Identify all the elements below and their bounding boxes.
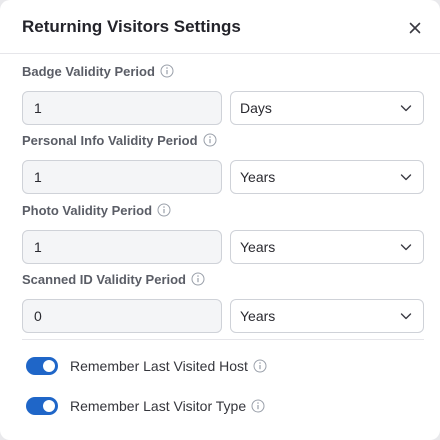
remember-visitor-type-toggle[interactable] [26, 397, 58, 415]
field-label: Photo Validity Period [22, 202, 153, 218]
select-value: Days [240, 100, 272, 116]
returning-visitors-dialog: Returning Visitors Settings Badge Validi… [0, 0, 440, 440]
personal-info-validity-input[interactable] [22, 160, 222, 194]
info-icon[interactable] [253, 359, 267, 373]
chevron-down-icon [400, 174, 412, 181]
select-value: Years [240, 169, 276, 185]
personal-info-validity-group: Personal Info Validity Period Years [22, 131, 424, 194]
photo-validity-group: Photo Validity Period Years [22, 201, 424, 264]
info-icon[interactable] [191, 272, 205, 286]
remember-visitor-type-row: Remember Last Visitor Type [26, 397, 265, 415]
dialog-title: Returning Visitors Settings [22, 17, 241, 36]
toggle-knob [43, 360, 55, 372]
chevron-down-icon [400, 313, 412, 320]
field-label: Scanned ID Validity Period [22, 271, 186, 287]
info-icon[interactable] [160, 64, 174, 78]
select-value: Years [240, 308, 276, 324]
remember-host-toggle[interactable] [26, 357, 58, 375]
personal-info-validity-unit-select[interactable]: Years [230, 160, 424, 194]
select-value: Years [240, 239, 276, 255]
toggle-label: Remember Last Visited Host [70, 358, 248, 374]
info-icon[interactable] [251, 399, 265, 413]
scanned-id-validity-unit-select[interactable]: Years [230, 299, 424, 333]
chevron-down-icon [400, 105, 412, 112]
info-icon[interactable] [157, 203, 171, 217]
dialog-header: Returning Visitors Settings [0, 0, 440, 54]
badge-validity-unit-select[interactable]: Days [230, 91, 424, 125]
photo-validity-input[interactable] [22, 230, 222, 264]
photo-validity-unit-select[interactable]: Years [230, 230, 424, 264]
close-icon [409, 22, 421, 34]
info-icon[interactable] [203, 133, 217, 147]
field-label: Badge Validity Period [22, 63, 155, 79]
toggle-label: Remember Last Visitor Type [70, 398, 247, 414]
chevron-down-icon [400, 244, 412, 251]
divider [22, 339, 424, 340]
remember-host-row: Remember Last Visited Host [26, 357, 267, 375]
close-button[interactable] [404, 17, 426, 39]
badge-validity-group: Badge Validity Period Days [22, 62, 424, 125]
scanned-id-validity-input[interactable] [22, 299, 222, 333]
badge-validity-input[interactable] [22, 91, 222, 125]
toggle-knob [43, 400, 55, 412]
field-label: Personal Info Validity Period [22, 132, 198, 148]
scanned-id-validity-group: Scanned ID Validity Period Years [22, 270, 424, 333]
